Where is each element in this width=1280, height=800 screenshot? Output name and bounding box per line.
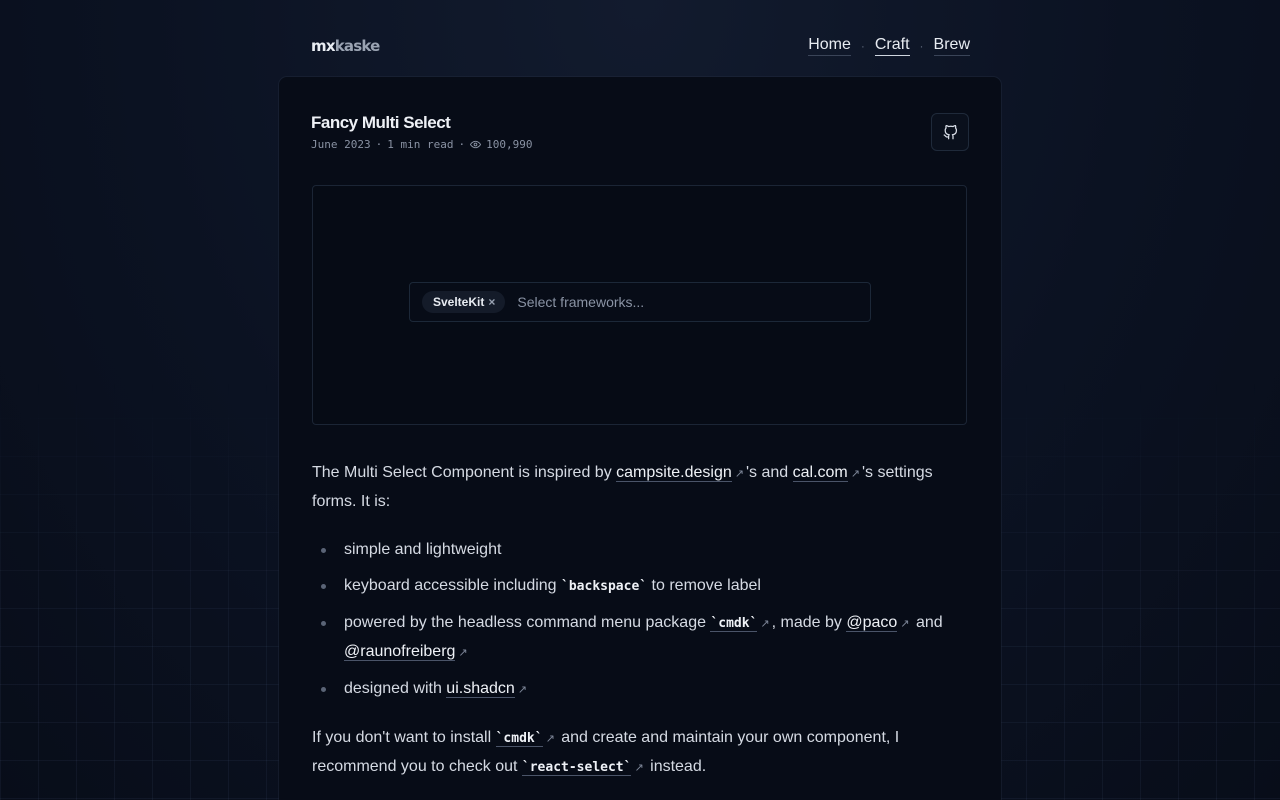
nav-craft[interactable]: Craft [874,36,910,56]
text: powered by the headless command menu pac… [344,614,711,631]
link-raunofreiberg[interactable]: @raunofreiberg [344,643,456,661]
github-button[interactable] [931,113,969,151]
site-header: mxkaske Home · Craft · Brew [311,32,970,60]
text: and [911,614,943,631]
post-read-time: 1 min read [387,138,454,151]
text: to remove label [647,577,761,594]
post-body: The Multi Select Component is inspired b… [312,459,972,782]
text: , made by [771,614,847,631]
external-link-icon: ↗ [734,468,744,480]
post-date: June 2023 [311,138,371,151]
external-link-icon: ↗ [850,468,860,480]
post-meta: June 2023 · 1 min read · 100,990 [311,138,532,151]
list-item: keyboard accessible including `backspace… [312,572,972,601]
close-icon[interactable]: × [488,296,495,308]
external-link-icon: ↗ [634,762,644,774]
text: The Multi Select Component is inspired b… [312,464,617,481]
feature-list: simple and lightweight keyboard accessib… [312,536,972,704]
post-views: 100,990 [486,138,533,151]
intro-paragraph: The Multi Select Component is inspired b… [312,459,972,516]
post-card: Fancy Multi Select June 2023 · 1 min rea… [279,77,1001,800]
nav-home[interactable]: Home [808,36,851,56]
site-logo[interactable]: mxkaske [311,37,380,55]
text: designed with [344,680,447,697]
eye-icon [470,140,482,149]
link-cal[interactable]: cal.com [792,464,848,482]
external-link-icon: ↗ [545,733,555,745]
meta-separator: · [458,138,466,151]
link-shadcn[interactable]: ui.shadcn [446,680,515,698]
external-link-icon: ↗ [458,647,468,659]
external-link-icon: ↗ [760,618,770,630]
post-title: Fancy Multi Select [311,113,451,132]
logo-secondary: kaske [334,37,381,55]
text: keyboard accessible including [344,577,562,594]
external-link-icon: ↗ [900,618,910,630]
selected-chip: SvelteKit × [422,291,506,313]
text: 's and [745,464,793,481]
link-campsite[interactable]: campsite.design [616,464,732,482]
list-item: designed with ui.shadcn ↗ [312,675,972,704]
logo-primary: mx [311,37,336,55]
link-cmdk[interactable]: `cmdk` [710,616,758,632]
link-react-select[interactable]: `react-select` [521,760,632,776]
page: mxkaske Home · Craft · Brew Fancy Multi … [0,0,1280,800]
external-link-icon: ↗ [517,684,528,696]
chip-label: SvelteKit [433,295,485,309]
code-backspace: `backspace` [561,579,648,594]
nav-separator: · [919,39,924,53]
nav-brew[interactable]: Brew [933,36,970,56]
frameworks-input[interactable] [517,294,870,310]
list-item: simple and lightweight [312,536,972,564]
text: If you don't want to install [312,729,496,746]
list-item: powered by the headless command menu pac… [312,609,972,667]
demo-preview: SvelteKit × [312,185,967,425]
link-paco[interactable]: @paco [846,614,898,632]
github-icon [943,124,957,139]
post-header: Fancy Multi Select June 2023 · 1 min rea… [311,113,532,151]
text: instead. [645,758,707,775]
multi-select[interactable]: SvelteKit × [409,282,871,322]
meta-separator: · [375,138,383,151]
outro-paragraph: If you don't want to install `cmdk` ↗ and… [312,724,972,782]
link-cmdk-2[interactable]: `cmdk` [495,731,543,747]
nav-separator: · [860,39,865,53]
text: simple and lightweight [344,541,502,558]
main-nav: Home · Craft · Brew [808,36,970,56]
